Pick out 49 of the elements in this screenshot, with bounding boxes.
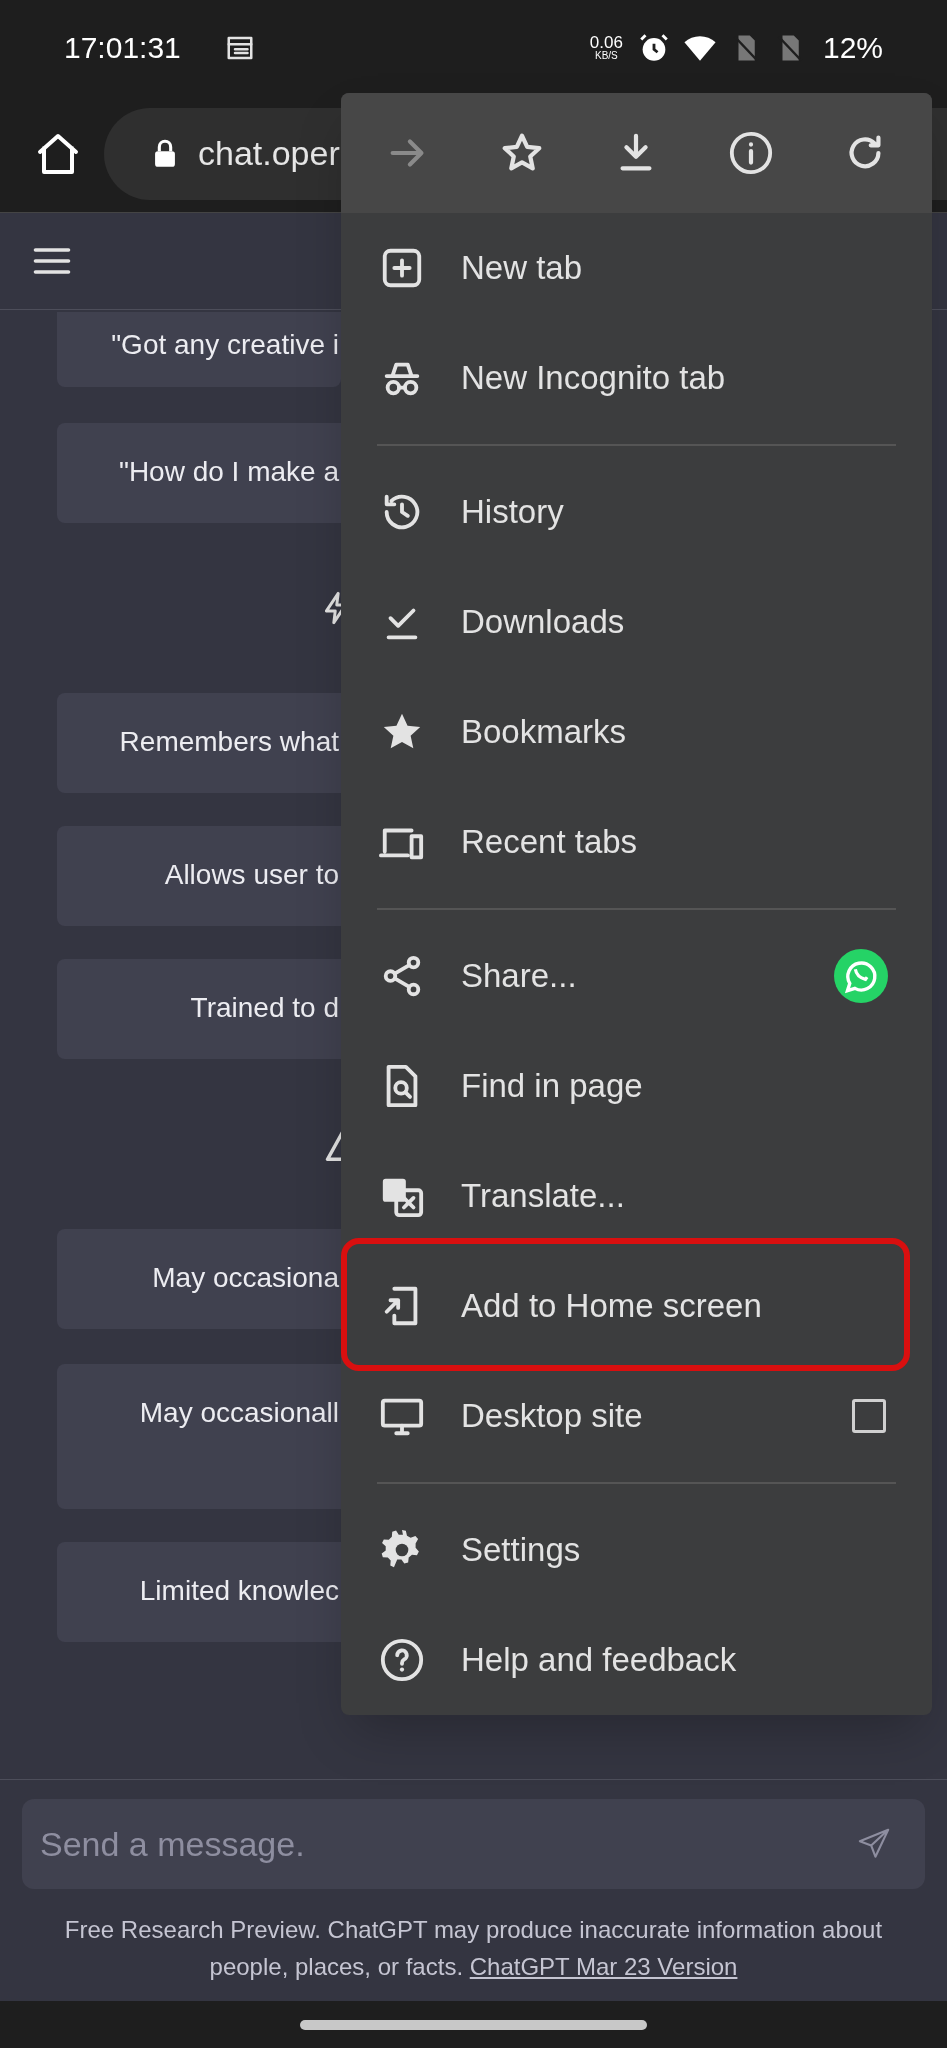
net-unit: KB/S: [595, 51, 618, 61]
menu-item[interactable]: Add to Home screen: [341, 1251, 932, 1361]
menu-item[interactable]: Downloads: [341, 567, 932, 677]
whatsapp-icon[interactable]: [834, 949, 888, 1003]
menu-item[interactable]: Bookmarks: [341, 677, 932, 787]
info-icon: [727, 130, 774, 176]
home-indicator[interactable]: [300, 2019, 647, 2030]
menu-item[interactable]: Settings: [341, 1495, 932, 1605]
menu-item-label: Desktop site: [461, 1396, 644, 1437]
prompt-card[interactable]: Allows user to: [57, 826, 341, 926]
menu-item-label: Recent tabs: [461, 822, 639, 863]
prompt-card[interactable]: Remembers what: [57, 693, 341, 793]
menu-item[interactable]: Help and feedback: [341, 1605, 932, 1715]
send-button[interactable]: [857, 1827, 891, 1861]
prompt-card[interactable]: Trained to d: [57, 959, 341, 1059]
menu-item[interactable]: Find in page: [341, 1031, 932, 1141]
version-link[interactable]: ChatGPT Mar 23 Version: [469, 1953, 738, 1980]
menu-item-label: Translate...: [461, 1176, 626, 1217]
prompt-card[interactable]: "Got any creative i: [57, 312, 341, 387]
menu-item[interactable]: Translate...: [341, 1141, 932, 1251]
menu-item-label: Add to Home screen: [461, 1286, 763, 1327]
message-input[interactable]: Send a message.: [22, 1799, 925, 1889]
prompt-card[interactable]: May occasiona: [57, 1229, 341, 1329]
url-text: chat.oper: [198, 133, 340, 174]
disclaimer-text: Free Research Preview. ChatGPT may produce inaccurate information about people, places, or facts. ChatGPT Mar 23 Version: [63, 1915, 884, 1982]
menu-item[interactable]: Desktop site: [341, 1361, 932, 1471]
send-icon: [857, 1827, 891, 1861]
menu-item-label: Settings: [461, 1530, 582, 1571]
prompt-card[interactable]: May occasionall: [57, 1364, 341, 1509]
menu-item-label: New tab: [461, 248, 584, 289]
checkbox[interactable]: [852, 1399, 886, 1433]
status-time: 17:01:31: [64, 30, 181, 66]
prompt-card[interactable]: "How do I make a: [57, 423, 341, 523]
menu-item-label: New Incognito tab: [461, 358, 727, 399]
menu-item-label: Find in page: [461, 1066, 644, 1107]
battery-percent: 12%: [822, 30, 883, 66]
menu-item[interactable]: Recent tabs: [341, 787, 932, 897]
menu-item[interactable]: New tab: [341, 213, 932, 323]
menu-item-label: Share...: [461, 956, 578, 997]
menu-item[interactable]: New Incognito tab: [341, 323, 932, 433]
menu-item-label: Downloads: [461, 602, 626, 643]
net-speed: 0.06: [589, 34, 623, 51]
menu-item[interactable]: History: [341, 457, 932, 567]
menu-item-label: Help and feedback: [461, 1640, 738, 1681]
menu-item-label: History: [461, 492, 565, 533]
menu-item[interactable]: Share...: [341, 921, 932, 1031]
menu-item-label: Bookmarks: [461, 712, 628, 753]
prompt-card[interactable]: Limited knowlec: [57, 1542, 341, 1642]
help-icon: [379, 1637, 425, 1683]
